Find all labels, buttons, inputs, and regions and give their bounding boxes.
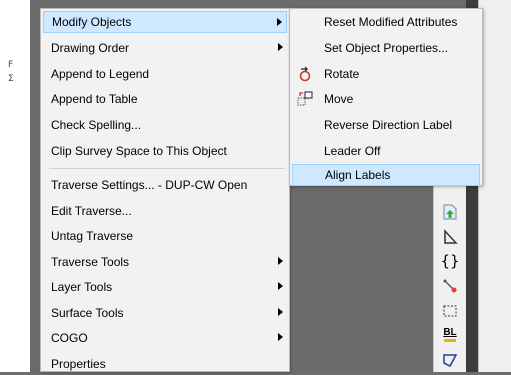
menu-item-label: Surface Tools	[51, 306, 124, 320]
menu-item-traverse-tools[interactable]: Traverse Tools	[43, 251, 287, 273]
menu-item-label: Untag Traverse	[51, 229, 134, 243]
menu-item-untag-traverse[interactable]: Untag Traverse	[43, 225, 287, 247]
submenu-item-label: Rotate	[324, 67, 360, 81]
menu-item-surface-tools[interactable]: Surface Tools	[43, 302, 287, 324]
context-menu: Modify Objects Drawing Order Append to L…	[40, 8, 290, 372]
menu-item-modify-objects[interactable]: Modify Objects	[43, 11, 287, 33]
menu-item-layer-tools[interactable]: Layer Tools	[43, 276, 287, 298]
menu-item-label: COGO	[51, 331, 88, 345]
submenu-arrow-icon	[278, 282, 283, 290]
modify-objects-submenu: Reset Modified Attributes Set Object Pro…	[289, 8, 483, 186]
menu-item-edit-traverse[interactable]: Edit Traverse...	[43, 200, 287, 222]
submenu-item-align-labels[interactable]: Align Labels	[292, 164, 480, 186]
bl-label-text: BL	[443, 327, 457, 338]
menu-item-label: Modify Objects	[52, 15, 132, 29]
submenu-item-rotate[interactable]: Rotate	[292, 63, 480, 85]
submenu-item-set-object-properties[interactable]: Set Object Properties...	[292, 37, 480, 59]
menu-item-check-spelling[interactable]: Check Spelling...	[43, 114, 287, 136]
submenu-item-reset-modified-attributes[interactable]: Reset Modified Attributes	[292, 11, 480, 33]
menu-separator	[49, 168, 285, 169]
menu-item-label: Append to Table	[51, 92, 138, 106]
triangle-shape-icon[interactable]	[441, 228, 459, 246]
curly-braces-icon[interactable]: {}	[440, 252, 459, 270]
bl-label-icon[interactable]: BL	[441, 326, 459, 344]
polygon-icon[interactable]	[441, 351, 459, 369]
menu-item-cogo[interactable]: COGO	[43, 327, 287, 349]
submenu-arrow-icon	[277, 18, 282, 26]
submenu-item-label: Set Object Properties...	[324, 41, 449, 55]
submenu-item-label: Reset Modified Attributes	[324, 15, 458, 29]
insert-point-icon[interactable]	[441, 203, 459, 221]
menu-item-drawing-order[interactable]: Drawing Order	[43, 37, 287, 59]
menu-item-label: Check Spelling...	[51, 118, 142, 132]
dashed-rectangle-icon[interactable]	[441, 302, 459, 320]
menu-item-label: Properties	[51, 357, 106, 371]
menu-item-traverse-settings[interactable]: Traverse Settings... - DUP-CW Open	[43, 174, 287, 196]
left-canvas-strip: F Σ	[0, 0, 30, 372]
menu-item-label: Traverse Tools	[51, 255, 130, 269]
bl-underline-bar	[444, 339, 456, 342]
left-tick-label: F	[8, 60, 14, 70]
submenu-item-label: Move	[324, 92, 354, 106]
submenu-arrow-icon	[278, 257, 283, 265]
menu-item-append-to-legend[interactable]: Append to Legend	[43, 63, 287, 85]
submenu-item-label: Reverse Direction Label	[324, 118, 453, 132]
rotate-icon	[296, 65, 314, 83]
menu-item-label: Edit Traverse...	[51, 204, 132, 218]
menu-item-clip-survey-space[interactable]: Clip Survey Space to This Object	[43, 140, 287, 162]
submenu-arrow-icon	[278, 308, 283, 316]
move-icon	[296, 90, 314, 108]
submenu-item-move[interactable]: Move	[292, 88, 480, 110]
submenu-item-label: Align Labels	[325, 168, 391, 182]
left-tick-label: Σ	[8, 74, 14, 84]
submenu-item-reverse-direction-label[interactable]: Reverse Direction Label	[292, 114, 480, 136]
submenu-item-leader-off[interactable]: Leader Off	[292, 140, 480, 162]
menu-item-label: Drawing Order	[51, 41, 130, 55]
submenu-item-label: Leader Off	[324, 144, 381, 158]
menu-item-label: Traverse Settings... - DUP-CW Open	[51, 178, 248, 192]
menu-item-append-to-table[interactable]: Append to Table	[43, 88, 287, 110]
submenu-arrow-icon	[278, 43, 283, 51]
menu-item-label: Layer Tools	[51, 280, 113, 294]
line-node-icon[interactable]	[441, 277, 459, 295]
submenu-arrow-icon	[278, 333, 283, 341]
menu-item-label: Clip Survey Space to This Object	[51, 144, 227, 158]
menu-item-label: Append to Legend	[51, 67, 150, 81]
